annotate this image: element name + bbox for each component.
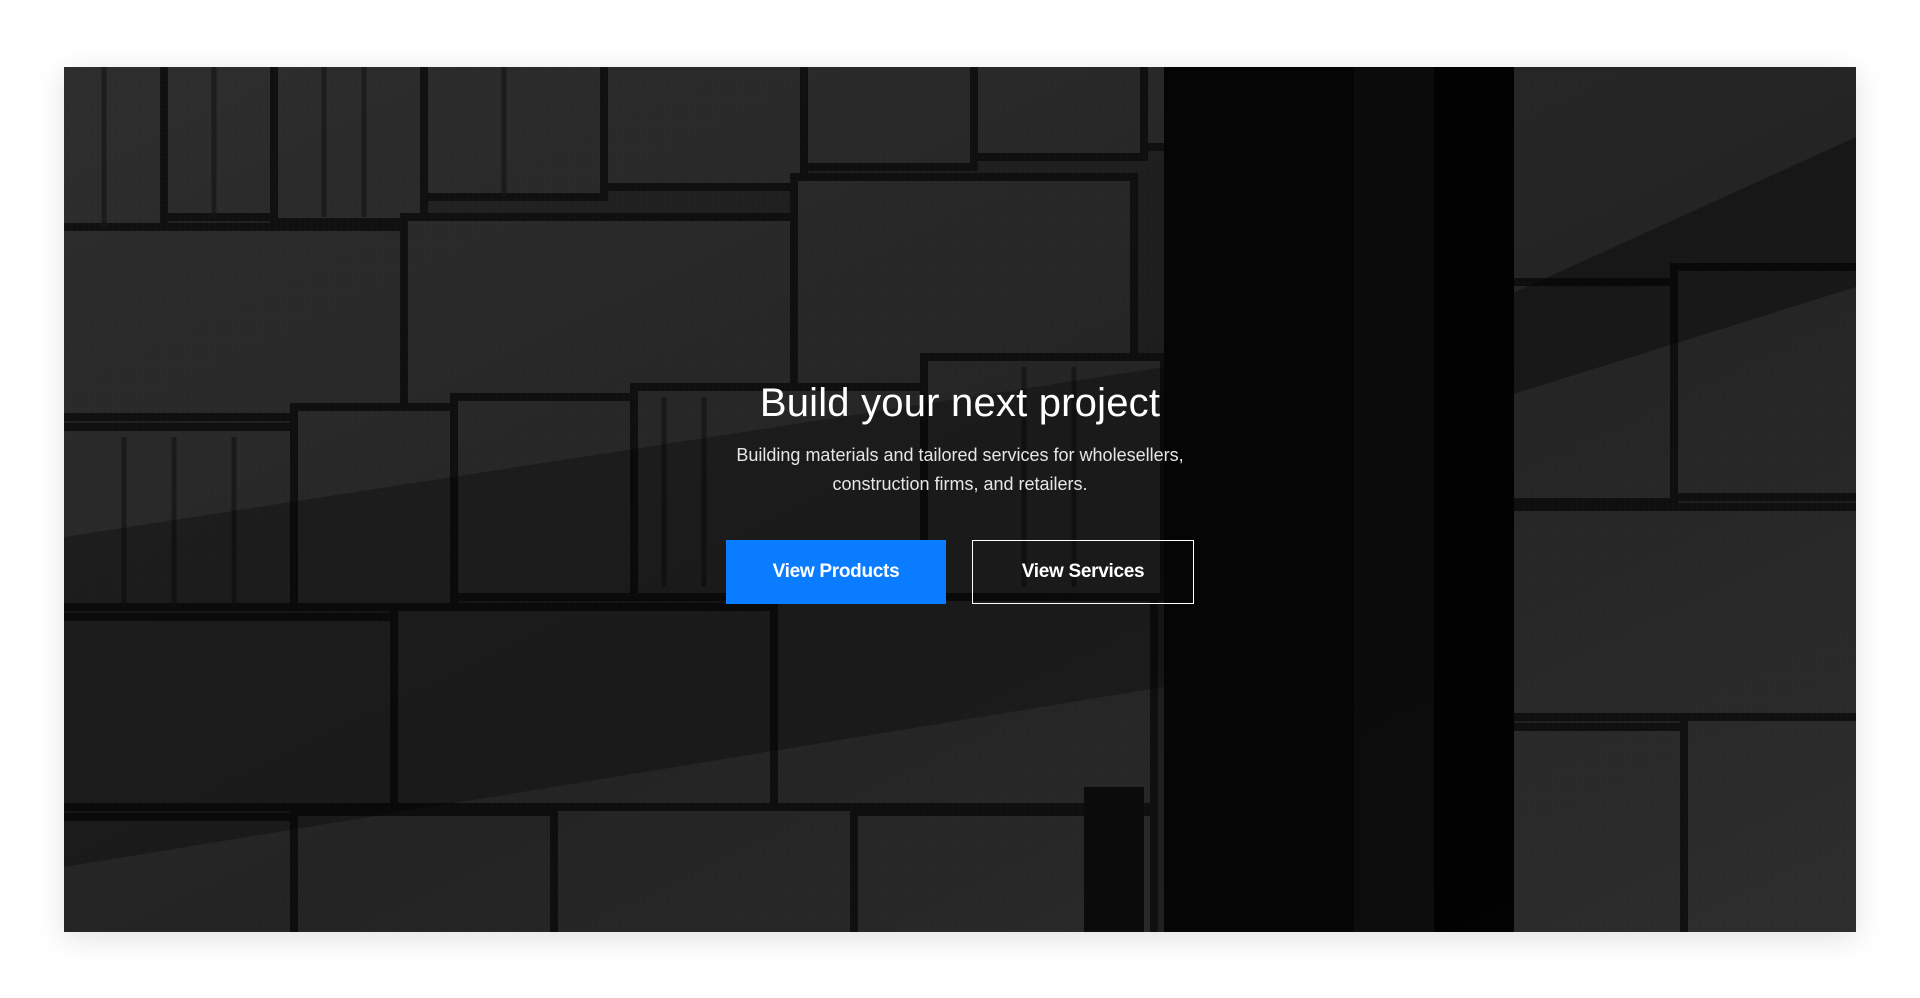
page: Build your next project Building materia… bbox=[0, 0, 1920, 998]
hero-section: Build your next project Building materia… bbox=[64, 67, 1856, 932]
hero-subtitle: Building materials and tailored services… bbox=[736, 445, 1184, 494]
hero-content: Build your next project Building materia… bbox=[64, 379, 1856, 604]
hero-buttons: View Products View Services bbox=[64, 540, 1856, 604]
hero-title: Build your next project bbox=[759, 381, 1161, 425]
view-services-button[interactable]: View Services bbox=[972, 540, 1194, 604]
view-products-button[interactable]: View Products bbox=[726, 540, 946, 604]
